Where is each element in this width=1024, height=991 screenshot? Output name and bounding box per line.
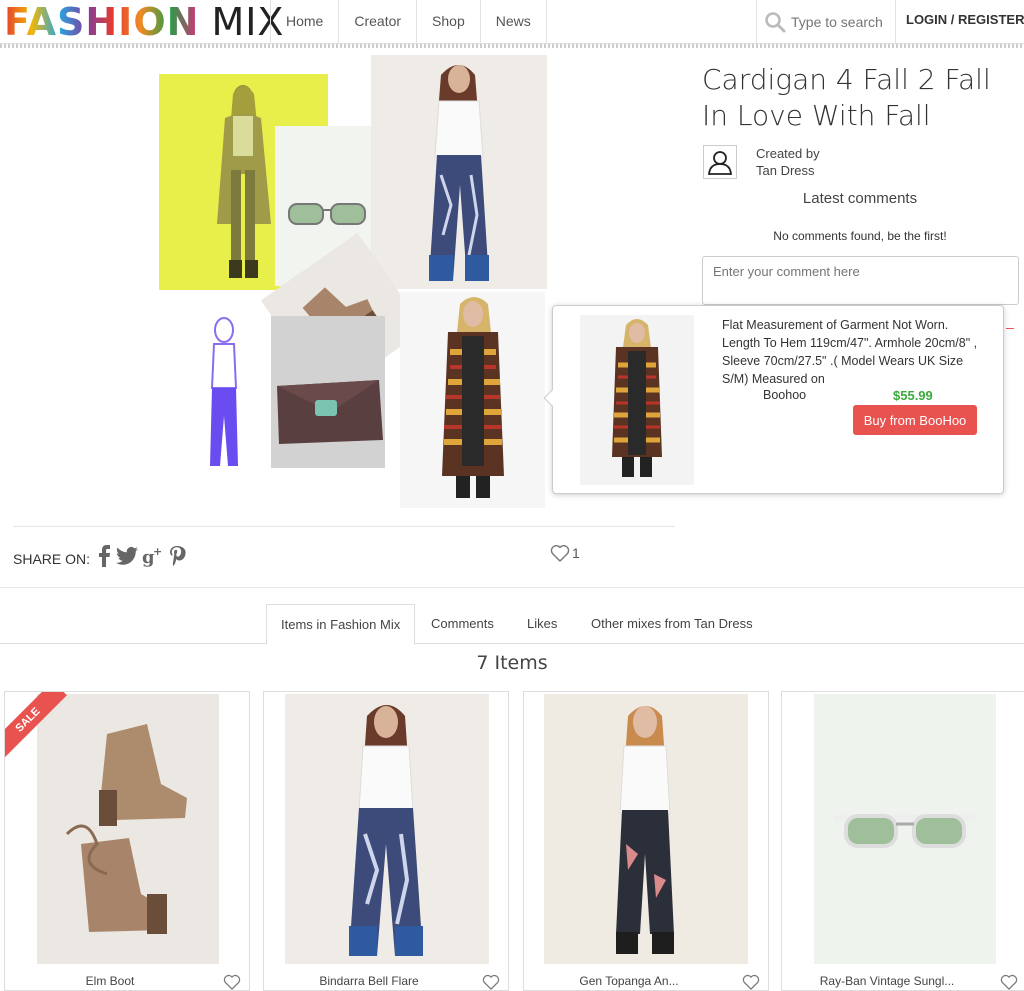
item-card[interactable]: Gen Topanga An...: [523, 691, 769, 991]
comment-input[interactable]: [702, 256, 1019, 305]
popup-description: Flat Measurement of Garment Not Worn. Le…: [722, 318, 978, 386]
section-divider: [0, 587, 1024, 588]
nav-shop[interactable]: Shop: [416, 0, 480, 44]
like-count: 1: [572, 545, 580, 561]
site-header: FASHION MIX Home Creator Shop News LOGIN…: [0, 0, 1024, 44]
nav-home[interactable]: Home: [270, 0, 338, 44]
facebook-icon[interactable]: [98, 545, 112, 567]
logo-fashion-text: FASHION: [4, 0, 200, 44]
nav-news[interactable]: News: [479, 0, 547, 44]
item-card[interactable]: Bindarra Bell Flare: [263, 691, 509, 991]
model-figure-icon: [580, 315, 694, 485]
tab-likes[interactable]: Likes: [513, 604, 571, 644]
item-image[interactable]: [544, 694, 748, 964]
item-card[interactable]: SALE Elm Boot: [4, 691, 250, 991]
model-figure-icon: [616, 706, 674, 954]
item-name[interactable]: Elm Boot: [5, 974, 215, 988]
heart-icon[interactable]: [1000, 974, 1018, 990]
popup-product-image[interactable]: [580, 315, 694, 485]
mix-collage: [150, 52, 550, 512]
google-plus-icon[interactable]: g +: [142, 545, 164, 567]
item-image[interactable]: [285, 694, 489, 964]
twitter-icon[interactable]: [116, 546, 139, 566]
clutch-icon: [277, 380, 383, 444]
buy-button[interactable]: Buy from BooHoo: [853, 405, 977, 435]
creator-avatar[interactable]: [703, 145, 737, 179]
user-icon: [708, 151, 732, 175]
collage-item-aztec-cardigan[interactable]: [400, 292, 545, 508]
red-marker: [1006, 328, 1014, 329]
collage-item-clutch[interactable]: [271, 316, 385, 468]
tab-other-mixes[interactable]: Other mixes from Tan Dress: [577, 604, 767, 644]
created-by-label: Created by: [756, 146, 820, 161]
search-icon[interactable]: [763, 10, 787, 34]
created-by-block: Created by Tan Dress: [756, 145, 820, 179]
latest-comments-heading: Latest comments: [802, 190, 918, 207]
tab-items-in-fashion-mix[interactable]: Items in Fashion Mix: [266, 604, 416, 645]
model-figure-icon: [349, 705, 423, 956]
search-box: [756, 0, 896, 44]
share-label: SHARE ON:: [13, 551, 91, 567]
heart-icon[interactable]: [550, 544, 570, 562]
search-input[interactable]: [791, 14, 895, 30]
collage-divider: [13, 526, 675, 527]
popup-price: $55.99: [893, 388, 933, 403]
tab-bar: Items in Fashion Mix Comments Likes Othe…: [0, 604, 1024, 645]
item-card[interactable]: Ray-Ban Vintage Sungl...: [781, 691, 1024, 991]
creator-name-link[interactable]: Tan Dress: [756, 162, 820, 179]
sunglasses-icon: [834, 814, 976, 848]
item-name[interactable]: Ray-Ban Vintage Sungl...: [782, 974, 992, 988]
popup-brand: Boohoo: [763, 388, 807, 402]
tab-comments[interactable]: Comments: [417, 604, 508, 644]
like-counter[interactable]: 1: [550, 544, 580, 562]
collage-item-flare-pants[interactable]: [371, 55, 547, 289]
heart-icon[interactable]: [742, 974, 760, 990]
main-nav: Home Creator Shop News: [270, 0, 547, 44]
product-popup: Flat Measurement of Garment Not Worn. Le…: [543, 305, 1004, 494]
header-divider: [0, 44, 1024, 48]
heart-icon[interactable]: [223, 974, 241, 990]
items-count: 7 Items: [476, 652, 548, 674]
item-image[interactable]: [814, 694, 996, 964]
svg-text:+: +: [153, 545, 162, 558]
share-bar: SHARE ON: g +: [13, 542, 190, 570]
login-register-link[interactable]: LOGIN / REGISTER: [906, 0, 1024, 44]
nav-creator[interactable]: Creator: [338, 0, 416, 44]
pinterest-icon[interactable]: [168, 545, 186, 567]
boot-icon: [65, 724, 187, 934]
item-image[interactable]: [37, 694, 219, 964]
model-figure-icon: [429, 65, 489, 281]
collage-item-jeans-model[interactable]: [202, 316, 248, 476]
item-name[interactable]: Bindarra Bell Flare: [264, 974, 474, 988]
model-figure-icon: [210, 317, 238, 466]
item-name[interactable]: Gen Topanga An...: [524, 974, 734, 988]
heart-icon[interactable]: [482, 974, 500, 990]
no-comments-message: No comments found, be the first!: [773, 229, 947, 243]
site-logo[interactable]: FASHION MIX: [4, 0, 284, 44]
mix-title: Cardigan 4 Fall 2 Fall In Love With Fall: [702, 63, 991, 132]
model-figure-icon: [442, 297, 504, 498]
